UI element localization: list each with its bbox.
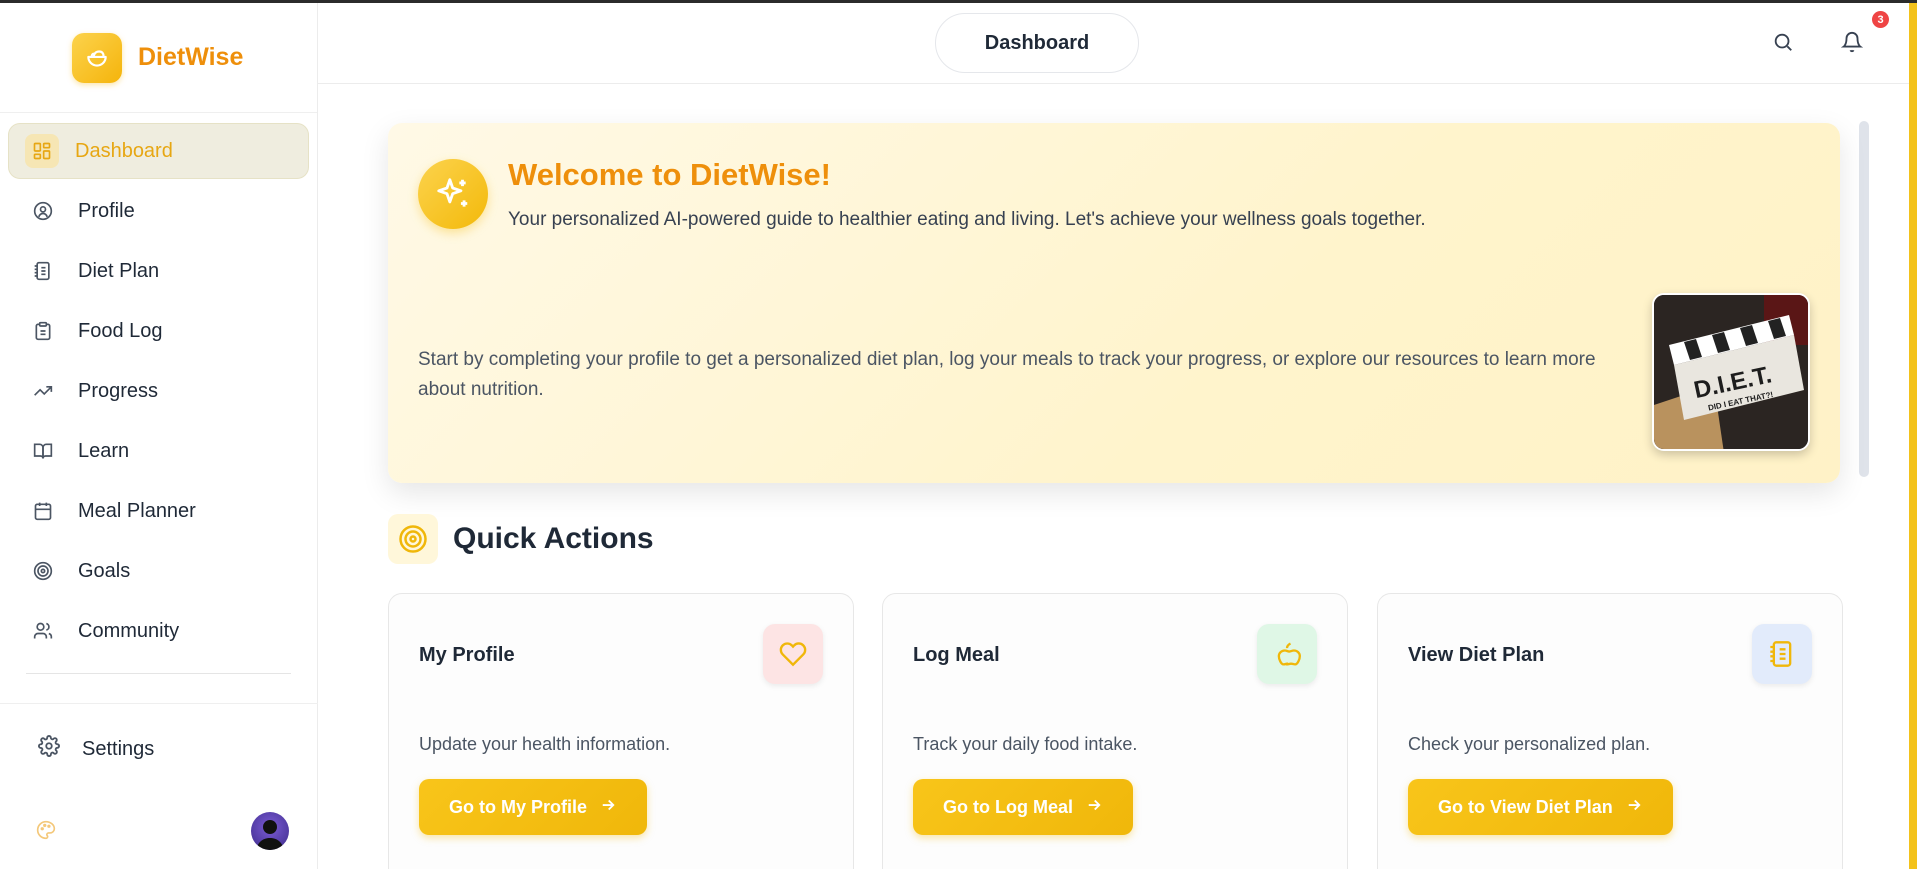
sidebar-item-label: Goals [78, 559, 131, 582]
palette-icon[interactable] [36, 820, 56, 845]
page-title: Dashboard [935, 13, 1139, 73]
sidebar-item-label: Diet Plan [78, 259, 160, 282]
welcome-title: Welcome to DietWise! [508, 157, 831, 192]
quick-actions-title: Quick Actions [453, 522, 654, 555]
sidebar-item-diet-plan[interactable]: Diet Plan [8, 243, 309, 299]
card-title: My Profile [419, 644, 515, 666]
sidebar-item-community[interactable]: Community [8, 603, 309, 659]
card-description: Update your health information. [419, 734, 671, 754]
arrow-right-icon [1085, 796, 1103, 819]
sidebar-item-goals[interactable]: Goals [8, 543, 309, 599]
sidebar-foot-row [0, 804, 318, 864]
go-to-view-diet-plan-button[interactable]: Go to View Diet Plan [1408, 779, 1673, 835]
window-edge-accent [1909, 3, 1917, 869]
apple-icon [1257, 624, 1317, 684]
card-title: Log Meal [913, 644, 1000, 666]
search-icon[interactable] [1772, 31, 1794, 58]
salad-bowl-logo-icon [72, 32, 122, 83]
clipboard-icon [30, 318, 56, 344]
sidebar-item-label: Profile [78, 199, 135, 222]
users-icon [30, 618, 56, 644]
sidebar-item-dashboard[interactable]: Dashboard [8, 123, 309, 179]
sidebar-item-label: Food Log [78, 319, 163, 342]
heart-icon [763, 624, 823, 684]
brand[interactable]: DietWise [0, 3, 317, 113]
top-header: Dashboard 3 [318, 3, 1917, 84]
sidebar-item-label: Dashboard [75, 139, 173, 162]
arrow-right-icon [1625, 796, 1643, 819]
welcome-card: Welcome to DietWise! Your personalized A… [388, 123, 1840, 483]
quick-action-card-log-meal: Log Meal Track your daily food intake. G… [882, 593, 1348, 869]
user-circle-icon [30, 198, 56, 224]
sidebar-footer: Settings [0, 703, 318, 850]
grid-icon [25, 134, 59, 168]
sidebar-item-meal-planner[interactable]: Meal Planner [8, 483, 309, 539]
arrow-right-icon [599, 796, 617, 819]
go-to-log-meal-button[interactable]: Go to Log Meal [913, 779, 1133, 835]
gear-icon [38, 735, 60, 763]
calendar-icon [30, 498, 56, 524]
sidebar: DietWise Dashboard Profile Diet Plan Foo… [0, 3, 318, 869]
diet-clapperboard-image: D.I.E.T. DID I EAT THAT?! [1652, 293, 1810, 451]
button-label: Go to Log Meal [943, 796, 1073, 817]
go-to-my-profile-button[interactable]: Go to My Profile [419, 779, 648, 835]
sparkles-icon [418, 159, 488, 229]
avatar[interactable] [251, 812, 289, 850]
bell-icon[interactable] [1840, 31, 1864, 58]
welcome-subtitle: Your personalized AI-powered guide to he… [508, 209, 1426, 230]
sidebar-divider [26, 673, 291, 674]
sidebar-item-label: Meal Planner [78, 499, 196, 522]
sidebar-item-label: Learn [78, 439, 130, 462]
card-description: Check your personalized plan. [1408, 734, 1651, 754]
trending-up-icon [30, 378, 56, 404]
settings-button[interactable]: Settings [0, 704, 318, 794]
sidebar-item-profile[interactable]: Profile [8, 183, 309, 239]
sidebar-item-label: Progress [78, 379, 159, 402]
notebook-icon [30, 258, 56, 284]
brand-name: DietWise [138, 43, 244, 71]
card-description: Track your daily food intake. [913, 734, 1138, 754]
sidebar-item-label: Community [78, 619, 180, 642]
notebook-icon [1752, 624, 1812, 684]
target-icon [388, 514, 438, 564]
card-title: View Diet Plan [1408, 644, 1545, 666]
button-label: Go to My Profile [449, 796, 588, 817]
content-scrollbar[interactable] [1859, 121, 1869, 477]
welcome-body: Start by completing your profile to get … [418, 349, 1596, 400]
sidebar-nav: Dashboard Profile Diet Plan Food Log Pro… [0, 113, 317, 684]
sidebar-item-food-log[interactable]: Food Log [8, 303, 309, 359]
settings-label: Settings [82, 737, 155, 760]
notification-badge: 3 [1872, 11, 1889, 28]
quick-action-card-diet-plan: View Diet Plan Check your personalized p… [1377, 593, 1843, 869]
book-open-icon [30, 438, 56, 464]
quick-action-card-profile: My Profile Update your health informatio… [388, 593, 854, 869]
target-icon [30, 558, 56, 584]
button-label: Go to View Diet Plan [1438, 796, 1613, 817]
sidebar-item-learn[interactable]: Learn [8, 423, 309, 479]
sidebar-item-progress[interactable]: Progress [8, 363, 309, 419]
